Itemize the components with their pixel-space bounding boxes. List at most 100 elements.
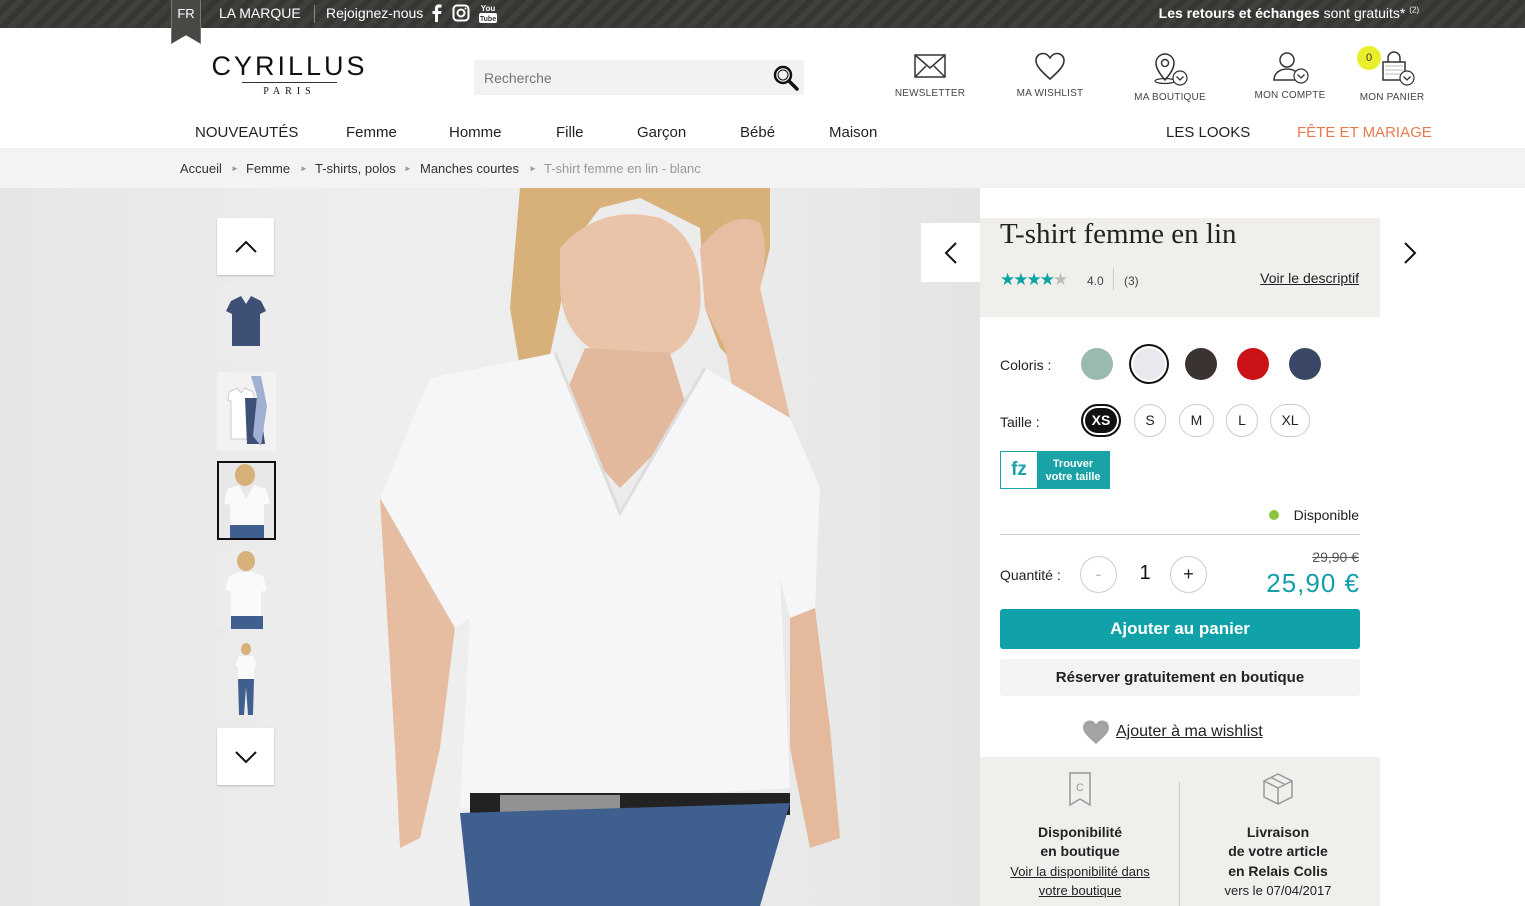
cart-count-badge: 0 xyxy=(1357,46,1381,70)
product-thumbnail[interactable] xyxy=(217,283,276,362)
color-swatch-white-selected[interactable] xyxy=(1133,348,1165,380)
logo-line xyxy=(242,82,337,83)
delivery-title-2: de votre article xyxy=(1228,843,1328,859)
availability-status: Disponible xyxy=(1293,507,1359,523)
find-your-size-button[interactable]: fz Trouver votre taille xyxy=(1000,451,1110,489)
free-returns-promo: Les retours et échanges sont gratuits* (… xyxy=(1159,5,1419,21)
previous-product-button[interactable] xyxy=(921,223,980,282)
product-thumbnail[interactable] xyxy=(217,639,276,718)
account-label: MON COMPTE xyxy=(1254,90,1326,101)
color-swatch-brown[interactable] xyxy=(1185,348,1217,380)
promo-rest: sont gratuits* xyxy=(1319,5,1406,21)
nav-maison[interactable]: Maison xyxy=(829,124,877,141)
language-label: FR xyxy=(177,6,195,21)
language-selector[interactable]: FR xyxy=(171,0,201,44)
search-input[interactable] xyxy=(474,60,754,95)
product-thumbnail-selected[interactable] xyxy=(217,461,276,540)
breadcrumb-tshirts[interactable]: T-shirts, polos xyxy=(315,161,396,176)
color-swatch-sage[interactable] xyxy=(1081,348,1113,380)
star-icon: ★ xyxy=(1013,270,1028,289)
rating-stars[interactable]: ★★★★★ xyxy=(1000,270,1068,290)
breadcrumb-accueil[interactable]: Accueil xyxy=(180,161,222,176)
nav-fille[interactable]: Fille xyxy=(556,124,584,141)
chevron-left-icon xyxy=(944,241,957,264)
product-thumbnail[interactable] xyxy=(217,372,276,451)
nav-garcon[interactable]: Garçon xyxy=(637,124,686,141)
main-nav: NOUVEAUTÉS Femme Homme Fille Garçon Bébé… xyxy=(0,120,1525,148)
reserve-in-store-button[interactable]: Réserver gratuitement en boutique xyxy=(1000,659,1360,696)
facebook-icon[interactable] xyxy=(427,4,445,23)
quantity-decrease-button[interactable]: - xyxy=(1080,556,1117,593)
search-icon[interactable] xyxy=(772,64,800,92)
instagram-icon[interactable] xyxy=(452,4,470,22)
newsletter-link[interactable]: NEWSLETTER xyxy=(893,50,967,99)
store-availability-title-1: Disponibilité xyxy=(1038,823,1122,840)
size-option-xs[interactable]: XS xyxy=(1081,404,1121,437)
account-link[interactable]: MON COMPTE xyxy=(1250,50,1330,101)
youtube-icon[interactable]: You Tube xyxy=(478,2,497,23)
wishlist-link[interactable]: MA WISHLIST xyxy=(1010,50,1090,99)
wishlist-label: MA WISHLIST xyxy=(1016,88,1084,99)
see-description-link[interactable]: Voir le descriptif xyxy=(1260,270,1359,286)
store-tag-icon: C xyxy=(1069,772,1091,807)
thumbnails-up-button[interactable] xyxy=(217,218,274,275)
nav-les-looks[interactable]: LES LOOKS xyxy=(1166,124,1250,141)
add-to-cart-button[interactable]: Ajouter au panier xyxy=(1000,609,1360,649)
size-option-m[interactable]: M xyxy=(1179,404,1214,437)
product-thumbnail[interactable] xyxy=(217,550,276,629)
promo-footnote: (2) xyxy=(1409,5,1419,15)
heart-filled-icon xyxy=(1083,720,1109,744)
quantity-value[interactable]: 1 xyxy=(1128,562,1162,585)
heart-icon xyxy=(1035,52,1065,81)
top-bar: FR LA MARQUE Rejoignez-nous You Tube Les … xyxy=(0,0,1525,44)
nav-fete-mariage[interactable]: FÊTE ET MARIAGE xyxy=(1297,124,1432,141)
join-us-label: Rejoignez-nous xyxy=(326,5,424,21)
chevron-down-icon xyxy=(234,750,257,763)
breadcrumb-femme[interactable]: Femme xyxy=(246,161,290,176)
chevron-right-icon xyxy=(1403,241,1416,264)
nav-nouveautes[interactable]: NOUVEAUTÉS xyxy=(195,124,298,141)
divider xyxy=(1000,534,1360,535)
color-swatch-navy[interactable] xyxy=(1289,348,1321,380)
check-store-availability-link[interactable]: Voir la disponibilité dans votre boutique xyxy=(980,862,1180,901)
cart-label: MON PANIER xyxy=(1359,92,1425,103)
la-marque-link[interactable]: LA MARQUE xyxy=(219,5,301,21)
nav-homme[interactable]: Homme xyxy=(449,124,502,141)
envelope-icon xyxy=(914,54,946,78)
brand-logo[interactable]: CYRILLUS PARIS xyxy=(198,52,381,97)
thumbnails-down-button[interactable] xyxy=(217,728,274,785)
svg-text:C: C xyxy=(1076,782,1084,794)
divider xyxy=(314,5,315,23)
size-option-s[interactable]: S xyxy=(1134,404,1166,437)
next-product-button[interactable] xyxy=(1380,223,1439,282)
store-link[interactable]: MA BOUTIQUE xyxy=(1128,50,1212,103)
star-empty-icon: ★ xyxy=(1053,270,1068,289)
product-title: T-shirt femme en lin xyxy=(1000,218,1237,250)
breadcrumb-separator: ► xyxy=(300,164,308,173)
review-count[interactable]: (3) xyxy=(1124,274,1139,288)
delivery-block: Livraison de votre article en Relais Col… xyxy=(1178,757,1378,901)
quantity-increase-button[interactable]: + xyxy=(1170,556,1207,593)
svg-text:Tube: Tube xyxy=(480,16,496,23)
color-swatch-red[interactable] xyxy=(1237,348,1269,380)
size-option-xl[interactable]: XL xyxy=(1270,404,1310,437)
fitting-logo: fz xyxy=(1001,452,1037,488)
old-price: 29,90 € xyxy=(1312,549,1359,565)
delivery-date: vers le 07/04/2017 xyxy=(1224,883,1332,898)
product-main-image[interactable] xyxy=(0,188,980,906)
promo-bold: Les retours et échanges xyxy=(1158,5,1320,21)
nav-bebe[interactable]: Bébé xyxy=(740,124,775,141)
breadcrumb-separator: ► xyxy=(231,164,239,173)
size-label: Taille : xyxy=(1000,414,1040,430)
star-icon: ★ xyxy=(1026,270,1042,289)
nav-femme[interactable]: Femme xyxy=(346,124,397,141)
add-to-wishlist-link[interactable]: Ajouter à ma wishlist xyxy=(1082,718,1263,746)
divider xyxy=(1113,268,1114,290)
user-icon xyxy=(1273,52,1309,84)
size-option-l[interactable]: L xyxy=(1226,404,1258,437)
breadcrumb-separator: ► xyxy=(404,164,412,173)
rating-value: 4.0 xyxy=(1087,274,1104,288)
find-size-label: Trouver votre taille xyxy=(1037,452,1109,488)
breadcrumb-current: T-shirt femme en lin - blanc xyxy=(544,161,701,176)
breadcrumb-manches-courtes[interactable]: Manches courtes xyxy=(420,161,519,176)
